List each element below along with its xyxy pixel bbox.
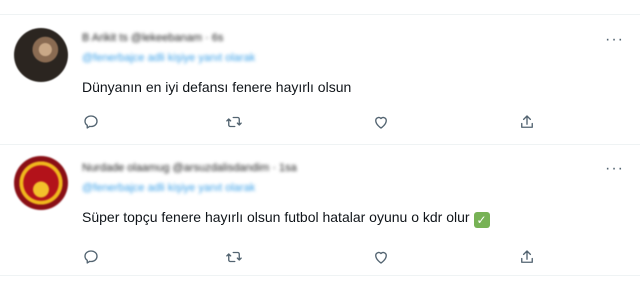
reply-to-line[interactable]: @fenerbajce adli kişiye yanıt olarak — [82, 182, 255, 194]
retweet-icon[interactable] — [225, 248, 245, 268]
tweet-text-content: Süper topçu fenere hayırlı olsun futbol … — [82, 209, 470, 225]
tweet-2[interactable]: Nurdade olaamug @arsuzdalisdandim · 1sa … — [0, 145, 640, 275]
tweet-text: Dünyanın en iyi defansı fenere hayırlı o… — [82, 79, 352, 95]
share-icon[interactable] — [518, 248, 538, 268]
like-icon[interactable] — [372, 248, 392, 268]
tweet-actions — [82, 248, 552, 268]
reply-icon[interactable] — [82, 248, 102, 268]
avatar[interactable] — [14, 28, 68, 82]
share-icon[interactable] — [518, 113, 538, 133]
tweet-text: Süper topçu fenere hayırlı olsun futbol … — [82, 209, 490, 228]
avatar[interactable] — [14, 156, 68, 210]
reply-to-line[interactable]: @fenerbajce adli kişiye yanıt olarak — [82, 52, 255, 64]
retweet-icon[interactable] — [225, 113, 245, 133]
tweet-actions — [82, 113, 552, 133]
author-line[interactable]: Nurdade olaamug @arsuzdalisdandim · 1sa — [82, 162, 297, 174]
reply-icon[interactable] — [82, 113, 102, 133]
bottom-divider — [0, 275, 640, 276]
tweet-1[interactable]: B Arikit ts @lekeebanam · 6s @fenerbajce… — [0, 15, 640, 145]
more-options-button[interactable]: ··· — [605, 160, 624, 178]
author-line[interactable]: B Arikit ts @lekeebanam · 6s — [82, 32, 223, 44]
like-icon[interactable] — [372, 113, 392, 133]
more-options-button[interactable]: ··· — [605, 31, 624, 49]
check-mark-icon: ✓ — [473, 212, 490, 228]
